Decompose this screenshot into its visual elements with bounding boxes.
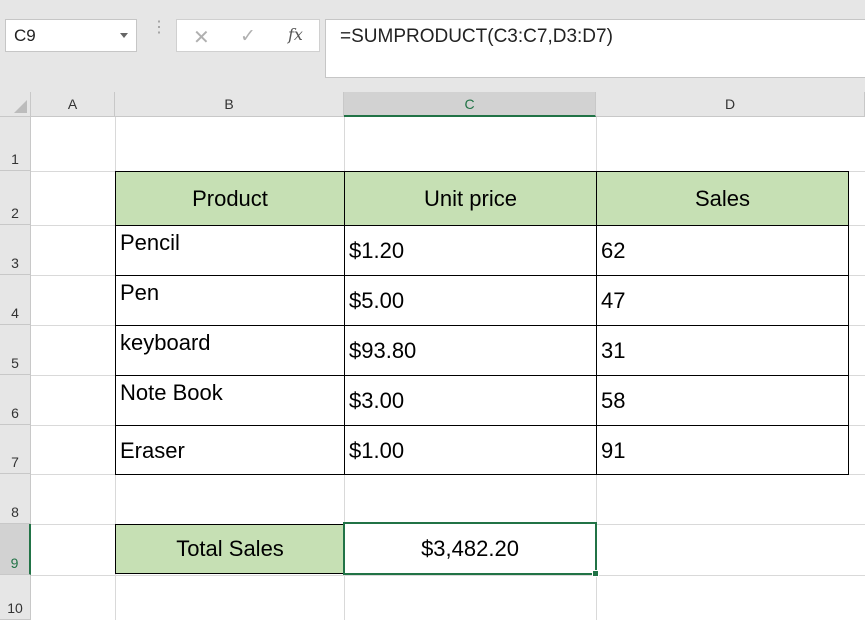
cell-c5[interactable]: $93.80 [344,325,597,376]
cell-c6[interactable]: $3.00 [344,375,597,426]
total-sales-value[interactable]: $3,482.20 [343,522,597,575]
cell-d6[interactable]: 58 [596,375,849,426]
cell-d7[interactable]: 91 [596,425,849,475]
table-header-sales[interactable]: Sales [596,171,849,226]
cell-b7[interactable]: Eraser [115,425,345,475]
cell-b5[interactable]: keyboard [115,325,345,376]
fill-handle[interactable] [592,570,599,577]
table-header-unit-price[interactable]: Unit price [344,171,597,226]
cell-c3[interactable]: $1.20 [344,225,597,276]
cell-c7[interactable]: $1.00 [344,425,597,475]
cell-c4[interactable]: $5.00 [344,275,597,326]
cell-d5[interactable]: 31 [596,325,849,376]
total-sales-label[interactable]: Total Sales [115,524,345,574]
cell-d3[interactable]: 62 [596,225,849,276]
cell-b4[interactable]: Pen [115,275,345,326]
cell-d4[interactable]: 47 [596,275,849,326]
table-header-product[interactable]: Product [115,171,345,226]
cell-b6[interactable]: Note Book [115,375,345,426]
cell-b3[interactable]: Pencil [115,225,345,276]
